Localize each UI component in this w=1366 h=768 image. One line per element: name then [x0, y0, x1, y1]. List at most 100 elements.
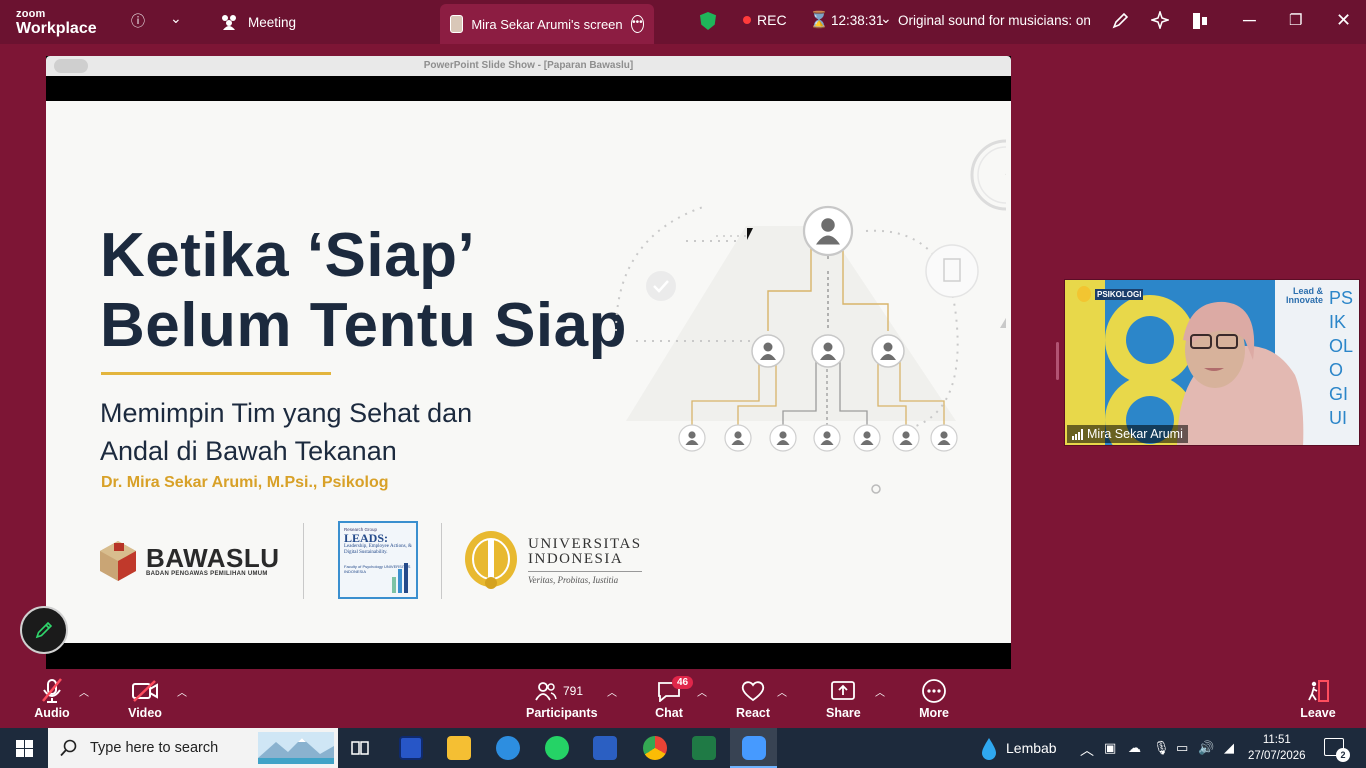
- task-view-icon[interactable]: [350, 738, 370, 758]
- restore-icon[interactable]: ❐: [1289, 11, 1302, 29]
- annotate-pen-icon[interactable]: [1111, 12, 1129, 30]
- hourglass-icon: ⌛: [809, 12, 829, 29]
- excel-icon[interactable]: [692, 736, 716, 760]
- zoom-titlebar: zoom Workplace ⓘ ⌄ Meeting Mira Sekar Ar…: [0, 0, 1366, 44]
- shared-screen-view[interactable]: PowerPoint Slide Show - [Paparan Bawaslu…: [46, 56, 1011, 669]
- original-sound-status[interactable]: Original sound for musicians: on: [898, 13, 1091, 28]
- video-button[interactable]: Video: [126, 676, 164, 720]
- clock-time: 11:51: [1262, 734, 1291, 746]
- search-icon: [60, 739, 77, 757]
- more-options-icon[interactable]: •••: [630, 15, 644, 33]
- title-divider: [101, 372, 331, 375]
- slide-subtitle-line1: Memimpin Tim yang Sehat dan: [100, 398, 473, 428]
- share-button[interactable]: Share: [826, 676, 861, 720]
- ai-companion-sparkle-icon[interactable]: [1151, 11, 1169, 29]
- clock-date: 27/07/2026: [1248, 750, 1306, 762]
- audio-button[interactable]: Audio: [34, 676, 70, 720]
- participants-icon: [535, 682, 557, 701]
- slide-title: Ketika ‘Siap’ Belum Tentu Siap: [100, 221, 627, 361]
- participants-count: 791: [562, 684, 584, 698]
- leave-label: Leave: [1300, 706, 1336, 720]
- mouse-cursor-icon: [747, 228, 753, 240]
- psikologi-label: PSIKOLOGI: [1095, 288, 1144, 300]
- react-caret-icon[interactable]: ︿: [777, 684, 787, 699]
- tray-microphone-icon[interactable]: 🎙: [1153, 740, 1170, 756]
- tray-volume-icon[interactable]: 🔊: [1198, 740, 1214, 756]
- leads-logo: Research Group LEADS: Leadership, Employ…: [338, 521, 418, 599]
- video-options-caret-icon[interactable]: ︿: [177, 684, 187, 699]
- chrome-icon[interactable]: [643, 736, 667, 760]
- slide-subtitle-line2: Andal di Bawah Tekanan: [100, 436, 397, 466]
- chat-caret-icon[interactable]: ︿: [697, 684, 707, 699]
- bawaslu-logo: BAWASLU BADAN PENGAWAS PEMILIHAN UMUM: [98, 539, 280, 583]
- audio-options-caret-icon[interactable]: ︿: [79, 684, 89, 699]
- participant-name: Mira Sekar Arumi: [1087, 427, 1183, 441]
- more-dots-icon: [922, 679, 946, 703]
- psikologi-ui-side-text: PSIKOLOGI UI: [1329, 288, 1354, 428]
- leave-button[interactable]: Leave: [1300, 676, 1336, 720]
- participants-button[interactable]: 791 Participants: [526, 676, 598, 720]
- presentation-slide: Ketika ‘Siap’ Belum Tentu Siap Memimpin …: [46, 101, 1011, 643]
- tab-meeting[interactable]: Meeting: [210, 6, 306, 38]
- windows-start-icon[interactable]: [16, 740, 33, 757]
- leads-desc: Leadership, Employee Actions, & Digital …: [344, 544, 412, 555]
- psikologi-logo: PSIKOLOGI: [1077, 286, 1144, 302]
- share-caret-icon[interactable]: ︿: [875, 684, 885, 699]
- presenter-avatar-icon: [450, 15, 464, 33]
- word-icon[interactable]: [593, 736, 617, 760]
- info-icon[interactable]: ⓘ: [131, 11, 145, 31]
- tray-camera-icon[interactable]: ▣: [1104, 740, 1116, 756]
- zoom-active-indicator: [730, 728, 777, 768]
- logo-divider: [441, 523, 442, 599]
- tray-battery-icon[interactable]: ▭: [1176, 740, 1188, 756]
- tab-shared-screen-label: Mira Sekar Arumi's screen: [471, 16, 623, 32]
- weather-status[interactable]: Lembab: [1006, 740, 1057, 756]
- close-icon[interactable]: ✕: [1336, 10, 1351, 31]
- tray-expand-caret-icon[interactable]: ︿: [1080, 740, 1094, 760]
- meeting-timer: 12:38:31: [831, 13, 884, 28]
- whatsapp-icon[interactable]: [545, 736, 569, 760]
- encryption-shield-icon[interactable]: [700, 12, 716, 30]
- notification-count: 2: [1336, 748, 1350, 762]
- taskbar-clock[interactable]: 11:51 27/07/2026: [1248, 732, 1306, 764]
- reaction-heart-icon: [741, 681, 765, 702]
- lead-innovate-label: Lead & Innovate: [1285, 286, 1323, 305]
- search-placeholder: Type here to search: [90, 740, 219, 756]
- weather-droplet-icon[interactable]: [980, 736, 998, 760]
- pencil-icon: [35, 621, 53, 639]
- edge-browser-icon[interactable]: [496, 736, 520, 760]
- powerpoint-window-title: PowerPoint Slide Show - [Paparan Bawaslu…: [423, 60, 634, 71]
- makara-emblem-icon: [465, 531, 517, 589]
- react-button[interactable]: React: [736, 676, 770, 720]
- taskbar-app-launcher-icon[interactable]: [399, 736, 423, 760]
- ui-name-line2: INDONESIA: [528, 551, 624, 567]
- bawaslu-subtitle: BADAN PENGAWAS PEMILIHAN UMUM: [146, 571, 268, 577]
- slide-subtitle: Memimpin Tim yang Sehat dan Andal di Baw…: [100, 394, 472, 470]
- meeting-people-icon: [222, 15, 236, 30]
- ui-emblem-icon: [1077, 286, 1091, 302]
- search-highlight-mountain-icon: [258, 732, 334, 764]
- chevron-down-icon[interactable]: ⌄: [170, 10, 182, 27]
- chat-unread-badge: 46: [672, 676, 694, 689]
- taskbar-search[interactable]: Type here to search: [48, 728, 338, 768]
- view-layout-icon[interactable]: [1192, 12, 1208, 30]
- slide-title-line2: Belum Tentu Siap: [100, 291, 628, 360]
- minimize-icon[interactable]: ─: [1243, 10, 1256, 31]
- meeting-controls: Audio ︿ Video ︿ 791 Participants ︿ Chat …: [0, 672, 1366, 728]
- leads-bars-icon: [392, 563, 408, 593]
- tab-shared-screen[interactable]: Mira Sekar Arumi's screen •••: [440, 4, 654, 44]
- video-panel-resize-handle[interactable]: [1056, 342, 1059, 380]
- brand-small: zoom: [16, 8, 46, 20]
- annotation-button[interactable]: [20, 606, 68, 654]
- recording-indicator[interactable]: REC: [743, 12, 787, 28]
- participant-video-tile[interactable]: PSIKOLOGI Lead & Innovate PSIKOLOGI UI M…: [1064, 279, 1360, 446]
- more-button[interactable]: More: [916, 676, 952, 720]
- tray-network-icon[interactable]: ◢: [1224, 740, 1234, 756]
- timer-chevron-icon[interactable]: ⌄: [880, 10, 892, 27]
- tab-meeting-label: Meeting: [248, 14, 297, 30]
- brand-big: Workplace: [16, 20, 97, 37]
- tray-cloud-icon[interactable]: ☁: [1128, 740, 1141, 756]
- file-explorer-icon[interactable]: [447, 736, 471, 760]
- participants-caret-icon[interactable]: ︿: [607, 684, 617, 699]
- slide-title-line1: Ketika ‘Siap’: [100, 221, 476, 290]
